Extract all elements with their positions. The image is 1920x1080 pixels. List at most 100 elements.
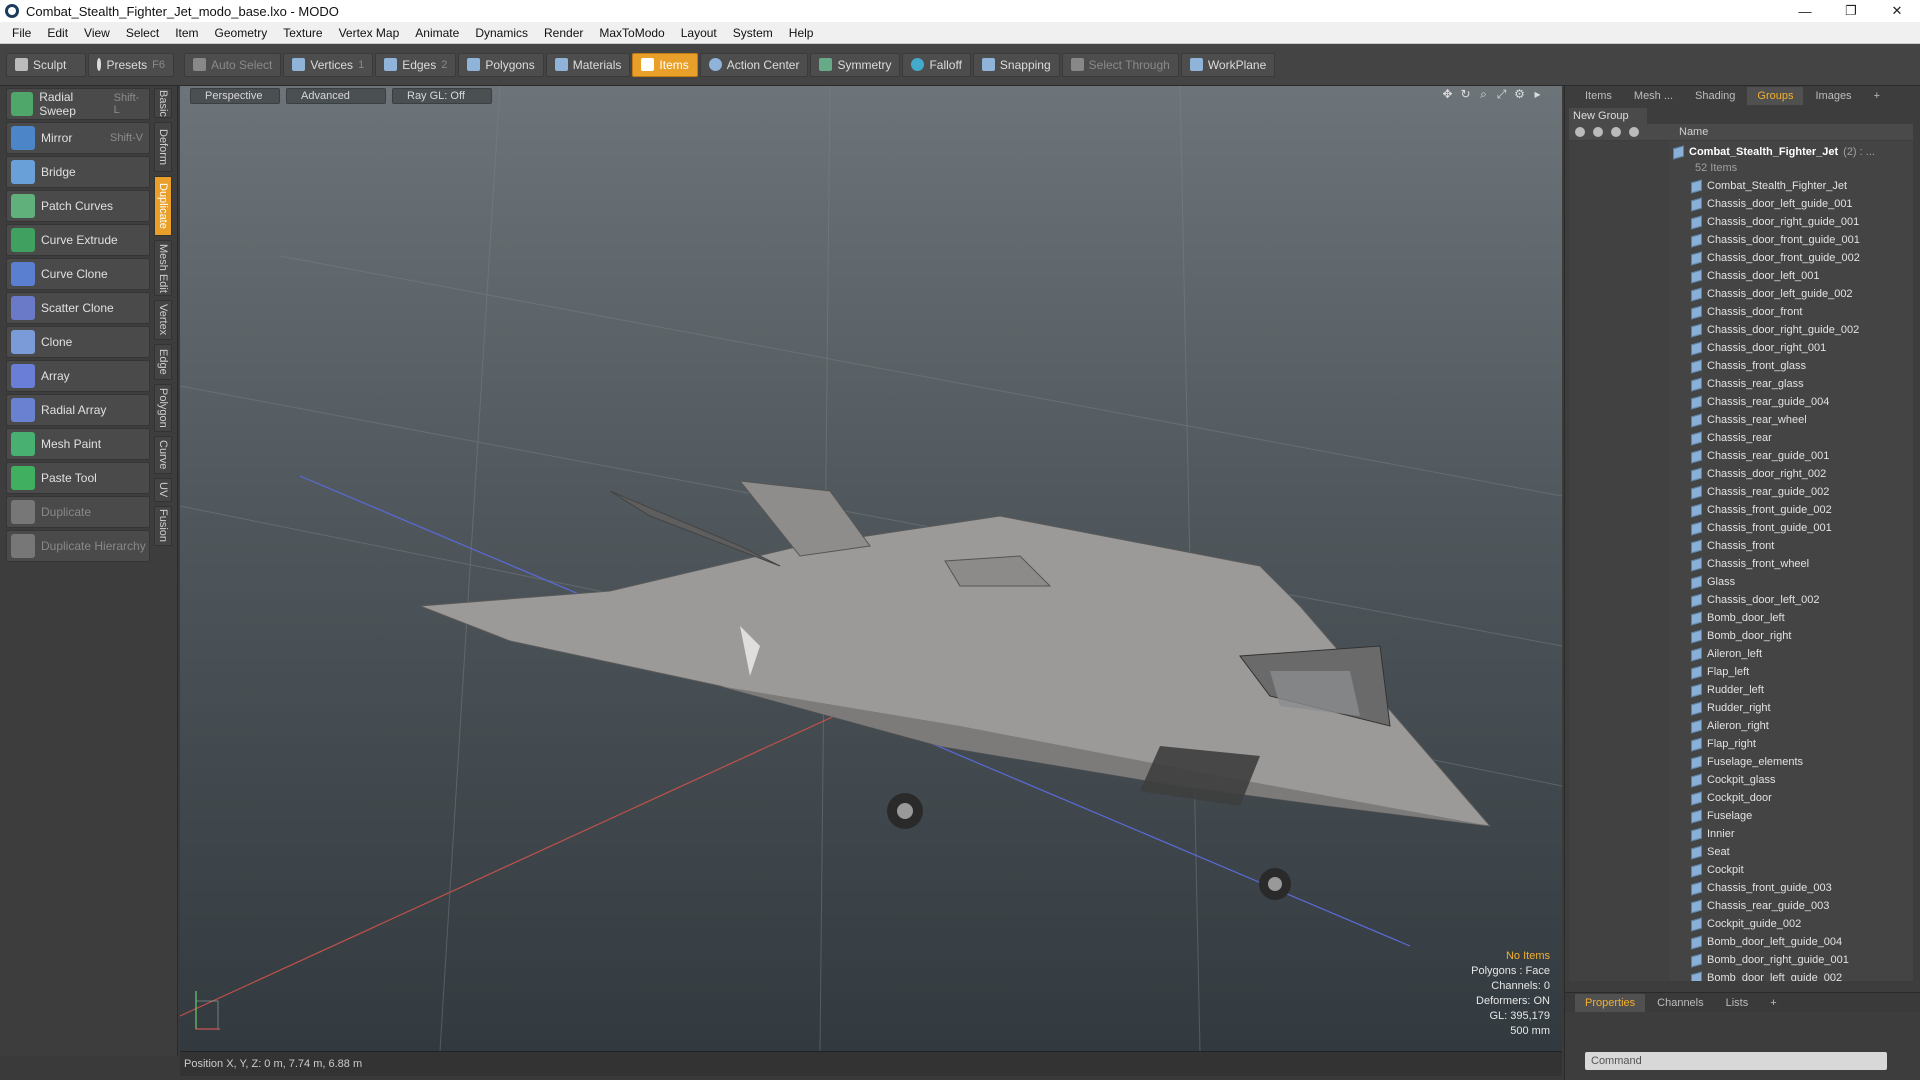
group-item[interactable]: Chassis_rear_guide_003 [1673, 897, 1909, 915]
group-item[interactable]: Chassis_door_left_001 [1673, 267, 1909, 285]
tool-scatter-clone[interactable]: Scatter Clone [6, 292, 150, 324]
menu-edit[interactable]: Edit [39, 26, 76, 40]
group-item[interactable]: Chassis_rear_guide_004 [1673, 393, 1909, 411]
group-item[interactable]: Chassis_door_front_guide_002 [1673, 249, 1909, 267]
tool-duplicate-hierarchy[interactable]: Duplicate Hierarchy [6, 530, 150, 562]
tool-patch-curves[interactable]: Patch Curves [6, 190, 150, 222]
group-item[interactable]: Aileron_right [1673, 717, 1909, 735]
menu-help[interactable]: Help [781, 26, 822, 40]
group-item[interactable]: Innier [1673, 825, 1909, 843]
group-item[interactable]: Bomb_door_left_guide_002 [1673, 969, 1909, 981]
tab-polygon[interactable]: Polygon [154, 384, 172, 432]
action-center-button[interactable]: Action Center [699, 52, 809, 77]
tool-mesh-paint[interactable]: Mesh Paint [6, 428, 150, 460]
polygons-button[interactable]: Polygons [458, 52, 544, 77]
menu-texture[interactable]: Texture [275, 26, 330, 40]
falloff-button[interactable]: Falloff [902, 52, 971, 77]
group-item[interactable]: Cockpit_glass [1673, 771, 1909, 789]
menu-view[interactable]: View [76, 26, 118, 40]
tab-deform[interactable]: Deform [154, 122, 172, 172]
materials-button[interactable]: Materials [545, 52, 631, 77]
maximize-button[interactable]: ❐ [1828, 0, 1874, 22]
menu-geometry[interactable]: Geometry [207, 26, 276, 40]
workplane-button[interactable]: WorkPlane [1180, 52, 1276, 77]
sculpt-button[interactable]: Sculpt [6, 52, 86, 77]
auto-select-button[interactable]: Auto Select [184, 52, 282, 77]
group-item[interactable]: Flap_right [1673, 735, 1909, 753]
group-item[interactable]: Flap_left [1673, 663, 1909, 681]
group-item[interactable]: Aileron_left [1673, 645, 1909, 663]
tab-lists[interactable]: Lists [1716, 994, 1759, 1012]
items-button[interactable]: Items [632, 52, 698, 77]
edges-button[interactable]: Edges 2 [375, 52, 457, 77]
add-properties-tab[interactable]: + [1760, 994, 1786, 1012]
group-item[interactable]: Chassis_rear_wheel [1673, 411, 1909, 429]
group-item[interactable]: Fuselage_elements [1673, 753, 1909, 771]
menu-layout[interactable]: Layout [673, 26, 725, 40]
tool-curve-clone[interactable]: Curve Clone [6, 258, 150, 290]
tab-vertex[interactable]: Vertex [154, 300, 172, 340]
group-item[interactable]: Seat [1673, 843, 1909, 861]
tool-bridge[interactable]: Bridge [6, 156, 150, 188]
group-item[interactable]: Cockpit [1673, 861, 1909, 879]
presets-button[interactable]: Presets F6 [88, 52, 174, 77]
group-item[interactable]: Chassis_rear_guide_002 [1673, 483, 1909, 501]
group-item[interactable]: Chassis_door_front [1673, 303, 1909, 321]
group-item[interactable]: Bomb_door_left [1673, 609, 1909, 627]
tool-array[interactable]: Array [6, 360, 150, 392]
tool-curve-extrude[interactable]: Curve Extrude [6, 224, 150, 256]
tool-paste-tool[interactable]: Paste Tool [6, 462, 150, 494]
group-item[interactable]: Combat_Stealth_Fighter_Jet [1673, 177, 1909, 195]
group-item[interactable]: Bomb_door_right [1673, 627, 1909, 645]
menu-item[interactable]: Item [167, 26, 206, 40]
group-item[interactable]: Rudder_right [1673, 699, 1909, 717]
group-item[interactable]: Bomb_door_right_guide_001 [1673, 951, 1909, 969]
tab-basic[interactable]: Basic [154, 88, 172, 118]
select-column-icon[interactable] [1629, 127, 1639, 137]
tab-mesh-edit[interactable]: Mesh Edit [154, 240, 172, 296]
command-input[interactable]: Command [1585, 1052, 1887, 1070]
tool-radial-array[interactable]: Radial Array [6, 394, 150, 426]
group-item[interactable]: Chassis_door_left_guide_002 [1673, 285, 1909, 303]
tab-items[interactable]: Items [1575, 87, 1622, 105]
group-item[interactable]: Chassis_front [1673, 537, 1909, 555]
vertices-button[interactable]: Vertices 1 [283, 52, 374, 77]
group-item[interactable]: Chassis_front_guide_002 [1673, 501, 1909, 519]
group-item[interactable]: Chassis_rear [1673, 429, 1909, 447]
tool-clone[interactable]: Clone [6, 326, 150, 358]
tab-duplicate[interactable]: Duplicate [154, 176, 172, 236]
tab-groups[interactable]: Groups [1747, 87, 1804, 105]
tab-images[interactable]: Images [1805, 87, 1861, 105]
tool-mirror[interactable]: Mirror Shift-V [6, 122, 150, 154]
snapping-button[interactable]: Snapping [972, 52, 1060, 77]
render-column-icon[interactable] [1593, 127, 1603, 137]
group-item[interactable]: Chassis_door_left_002 [1673, 591, 1909, 609]
lock-column-icon[interactable] [1611, 127, 1621, 137]
menu-select[interactable]: Select [118, 26, 167, 40]
close-button[interactable]: ✕ [1874, 0, 1920, 22]
menu-system[interactable]: System [725, 26, 781, 40]
tab-edge[interactable]: Edge [154, 344, 172, 380]
menu-dynamics[interactable]: Dynamics [467, 26, 536, 40]
group-item[interactable]: Chassis_door_right_002 [1673, 465, 1909, 483]
menu-animate[interactable]: Animate [407, 26, 467, 40]
group-item[interactable]: Chassis_front_glass [1673, 357, 1909, 375]
group-item[interactable]: Chassis_door_right_guide_001 [1673, 213, 1909, 231]
new-group-button[interactable]: New Group [1569, 108, 1647, 124]
group-item[interactable]: Chassis_door_right_001 [1673, 339, 1909, 357]
tab-fusion[interactable]: Fusion [154, 506, 172, 546]
group-item[interactable]: Chassis_front_guide_003 [1673, 879, 1909, 897]
menu-maxtomodo[interactable]: MaxToModo [591, 26, 672, 40]
group-item[interactable]: Rudder_left [1673, 681, 1909, 699]
group-item[interactable]: Fuselage [1673, 807, 1909, 825]
tab-channels[interactable]: Channels [1647, 994, 1713, 1012]
tab-mesh[interactable]: Mesh ... [1624, 87, 1683, 105]
menu-render[interactable]: Render [536, 26, 591, 40]
group-item[interactable]: Chassis_front_wheel [1673, 555, 1909, 573]
minimize-button[interactable]: — [1782, 0, 1828, 22]
tool-duplicate[interactable]: Duplicate [6, 496, 150, 528]
tab-curve[interactable]: Curve [154, 436, 172, 474]
group-item[interactable]: Chassis_rear_guide_001 [1673, 447, 1909, 465]
group-item[interactable]: Bomb_door_left_guide_004 [1673, 933, 1909, 951]
tab-uv[interactable]: UV [154, 478, 172, 502]
